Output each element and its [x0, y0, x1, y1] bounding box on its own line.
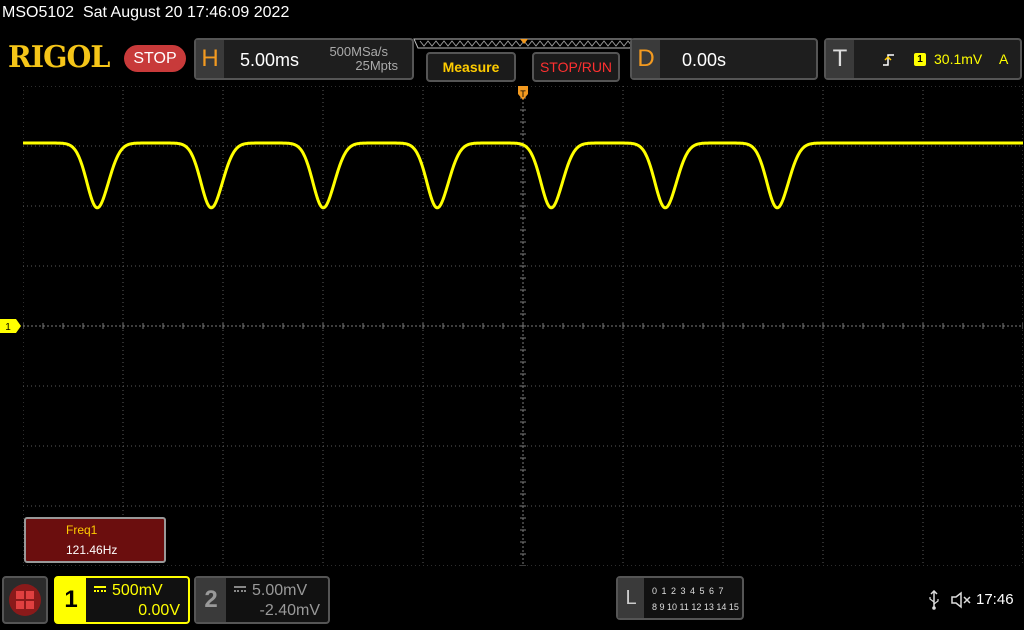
- ch2-number: 2: [196, 578, 226, 622]
- ch1-number: 1: [56, 578, 86, 622]
- trigger-source-badge: 1: [914, 53, 926, 66]
- delay-letter: D: [632, 40, 660, 78]
- rigol-logo: RIGOL: [8, 40, 110, 75]
- menu-icon: [9, 584, 41, 616]
- horizontal-letter: H: [196, 40, 224, 78]
- run-state-badge[interactable]: STOP: [124, 45, 186, 72]
- delay-panel[interactable]: D 0.00s: [630, 38, 818, 80]
- status-line: MSO5102 Sat August 20 17:46:09 2022: [2, 4, 289, 22]
- usb-icon: [929, 590, 939, 610]
- clock: 17:46: [976, 591, 1014, 608]
- trigger-mode: A: [999, 51, 1009, 67]
- menu-button[interactable]: [2, 576, 48, 624]
- measurement-label: Freq1: [66, 523, 98, 537]
- logic-letter: L: [618, 578, 644, 618]
- sample-rate: 500MSa/s: [329, 44, 388, 59]
- memory-depth: 25Mpts: [355, 58, 398, 73]
- trigger-edge-icon: [883, 54, 894, 66]
- ch1-ground-marker[interactable]: 1: [0, 319, 22, 333]
- measure-button[interactable]: Measure: [426, 52, 516, 82]
- datetime: Sat August 20 17:46:09 2022: [82, 4, 290, 21]
- trigger-level: 30.1mV: [934, 51, 983, 67]
- measurement-panel[interactable]: Freq1 121.46Hz: [24, 517, 166, 563]
- logic-channels-row1: 0 1 2 3 4 5 6 7: [652, 586, 725, 596]
- speaker-muted-icon[interactable]: [950, 590, 972, 610]
- dc-coupling-icon: [94, 586, 106, 592]
- trigger-time-marker: T: [518, 86, 528, 100]
- trigger-letter: T: [826, 40, 854, 78]
- delay-value: 0.00s: [682, 50, 727, 70]
- ch2-panel[interactable]: 2 5.00mV -2.40mV: [194, 576, 330, 624]
- ch2-scale: 5.00mV: [252, 582, 308, 599]
- svg-text:T: T: [520, 89, 526, 99]
- svg-text:1: 1: [5, 322, 11, 333]
- graticule-center-axes: [23, 86, 1023, 566]
- stop-run-button[interactable]: STOP/RUN: [532, 52, 620, 82]
- memory-position-strip: [413, 38, 636, 49]
- horizontal-panel[interactable]: H 5.00ms 500MSa/s 25Mpts: [194, 38, 414, 80]
- waveform-display[interactable]: [23, 86, 1023, 566]
- dc-coupling-icon: [234, 586, 246, 592]
- ch2-offset: -2.40mV: [259, 602, 320, 619]
- ch1-scale: 500mV: [112, 582, 163, 599]
- logic-panel[interactable]: L 0 1 2 3 4 5 6 7 8 9 10 11 12 13 14 15: [616, 576, 744, 620]
- model-name: MSO5102: [2, 4, 75, 21]
- trigger-position-icon: [520, 39, 528, 44]
- ch1-panel[interactable]: 1 500mV 0.00V: [54, 576, 190, 624]
- ch1-offset: 0.00V: [138, 602, 180, 619]
- logic-channels-row2: 8 9 10 11 12 13 14 15: [652, 602, 739, 612]
- timebase-value: 5.00ms: [240, 50, 300, 70]
- trigger-panel[interactable]: T 1 30.1mV A: [824, 38, 1022, 80]
- measurement-value: 121.46Hz: [66, 543, 118, 557]
